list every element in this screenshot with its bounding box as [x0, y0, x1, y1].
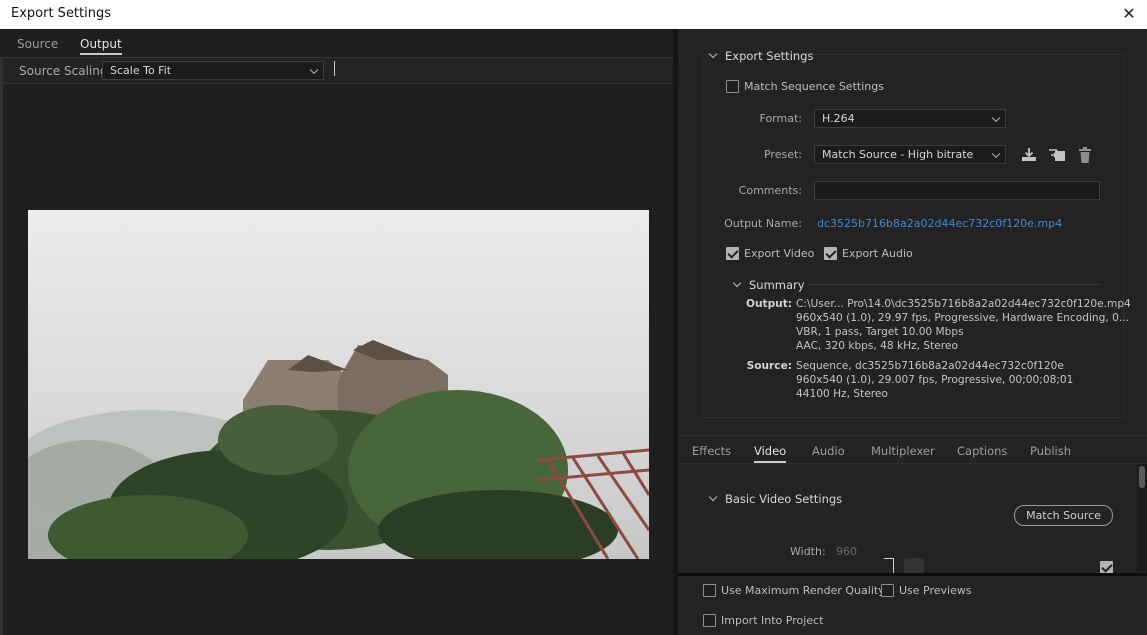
chevron-down-icon — [732, 278, 742, 288]
summary-divider — [808, 284, 1100, 285]
export-settings-heading: Export Settings — [725, 49, 814, 63]
output-name-label: Output Name: — [724, 217, 802, 230]
summary-heading: Summary — [749, 278, 805, 292]
summary-source-line: Sequence, dc3525b716b8a2a02d44ec732c0f12… — [796, 360, 1064, 372]
summary-output-line: VBR, 1 pass, Target 10.00 Mbps — [796, 326, 964, 338]
close-icon[interactable]: ✕ — [1119, 4, 1139, 24]
settings-pane: Export Settings Match Sequence Settings … — [678, 29, 1147, 635]
match-sequence-label: Match Sequence Settings — [744, 80, 884, 93]
use-previews-checkbox[interactable] — [881, 584, 894, 597]
basic-video-heading: Basic Video Settings — [725, 492, 843, 506]
export-audio-checkbox[interactable] — [824, 247, 837, 260]
tab-publish[interactable]: Publish — [1030, 444, 1071, 458]
aspect-bracket — [884, 558, 894, 573]
left-edge-strip — [0, 57, 3, 635]
source-scaling-value: Scale To Fit — [110, 64, 172, 77]
summary-source-label: Source: — [746, 360, 792, 372]
summary-header[interactable]: Summary — [732, 278, 805, 292]
export-settings-header[interactable]: Export Settings — [708, 49, 814, 63]
width-checkbox[interactable] — [1100, 561, 1113, 573]
comments-input[interactable] — [814, 181, 1100, 200]
tab-video[interactable]: Video — [754, 444, 787, 463]
video-settings-panel: Basic Video Settings Match Source Width:… — [678, 463, 1147, 573]
video-preview — [28, 210, 649, 559]
tab-output[interactable]: Output — [80, 37, 122, 55]
tab-captions[interactable]: Captions — [957, 444, 1007, 458]
chevron-down-icon — [708, 49, 718, 59]
chevron-down-icon — [708, 492, 718, 502]
format-dropdown[interactable]: H.264 — [814, 109, 1006, 128]
summary-output-line: AAC, 320 kbps, 48 kHz, Stereo — [796, 340, 958, 352]
format-value: H.264 — [822, 112, 855, 125]
panel-separator — [678, 573, 1147, 576]
settings-tabs: Effects Video Audio Multiplexer Captions… — [678, 435, 1147, 463]
source-scaling-label: Source Scaling: — [19, 64, 112, 78]
tab-effects[interactable]: Effects — [692, 444, 731, 458]
summary-source-line: 44100 Hz, Stereo — [796, 388, 888, 400]
window-title: Export Settings — [11, 6, 112, 21]
video-panel-scrollbar[interactable] — [1137, 464, 1147, 572]
output-name-link[interactable]: dc3525b716b8a2a02d44ec732c0f120e.mp4 — [817, 217, 1062, 230]
width-label: Width: — [790, 545, 826, 558]
match-source-button[interactable]: Match Source — [1014, 505, 1113, 526]
tab-source[interactable]: Source — [17, 37, 58, 51]
delete-preset-icon[interactable] — [1076, 146, 1094, 164]
source-scaling-row: Source Scaling: Scale To Fit — [0, 57, 673, 84]
use-previews-label: Use Previews — [899, 584, 972, 597]
preset-label: Preset: — [763, 148, 802, 161]
import-preset-icon[interactable] — [1048, 146, 1066, 164]
scrollbar-thumb[interactable] — [1139, 466, 1145, 488]
match-sequence-checkbox[interactable] — [726, 80, 739, 93]
summary-output-line: C:\User... Pro\14.0\dc3525b716b8a2a02d44… — [796, 298, 1131, 310]
summary-source-line: 960x540 (1.0), 29.007 fps, Progressive, … — [796, 374, 1074, 386]
video-frame-image — [28, 210, 649, 559]
import-project-label: Import Into Project — [721, 614, 824, 627]
summary-output-line: 960x540 (1.0), 29.97 fps, Progressive, H… — [796, 312, 1129, 324]
comments-label: Comments: — [738, 184, 802, 197]
chevron-down-icon — [991, 149, 1001, 158]
basic-video-header[interactable]: Basic Video Settings — [708, 492, 843, 506]
export-settings-dialog: Export Settings ✕ Source Output Source S… — [0, 0, 1147, 635]
export-video-checkbox[interactable] — [726, 247, 739, 260]
tab-audio[interactable]: Audio — [812, 444, 845, 458]
splitter-marker — [334, 61, 335, 76]
summary-output-label: Output: — [745, 298, 792, 310]
export-audio-label: Export Audio — [842, 247, 913, 260]
chevron-down-icon — [991, 113, 1001, 122]
max-render-checkbox[interactable] — [703, 584, 716, 597]
format-label: Format: — [759, 112, 802, 125]
tab-multiplexer[interactable]: Multiplexer — [871, 444, 935, 458]
link-icon[interactable] — [904, 558, 924, 573]
source-scaling-dropdown[interactable]: Scale To Fit — [102, 61, 324, 80]
title-bar: Export Settings ✕ — [0, 0, 1147, 29]
preset-value: Match Source - High bitrate — [822, 148, 974, 161]
preset-dropdown[interactable]: Match Source - High bitrate — [814, 145, 1006, 164]
chevron-down-icon — [309, 65, 319, 74]
save-preset-icon[interactable] — [1020, 146, 1038, 164]
export-video-label: Export Video — [744, 247, 815, 260]
preview-pane: Source Output Source Scaling: Scale To F… — [0, 29, 673, 635]
import-project-checkbox[interactable] — [703, 614, 716, 627]
width-value[interactable]: 960 — [836, 545, 857, 558]
preview-tabs: Source Output — [0, 29, 673, 57]
max-render-label: Use Maximum Render Quality — [721, 584, 885, 597]
